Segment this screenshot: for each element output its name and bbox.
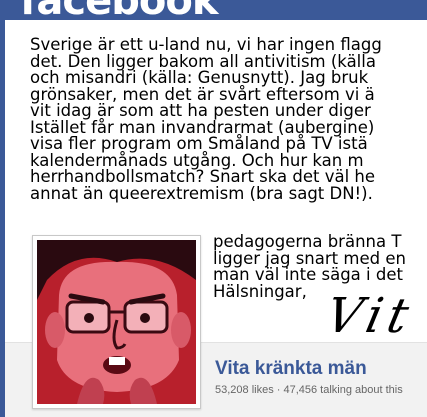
page-title[interactable]: Vita kränkta män (215, 358, 367, 380)
profile-picture[interactable] (32, 235, 201, 409)
avatar-cartoon-icon (37, 240, 196, 404)
post-text: Sverige är ett u-land nu, vi har ingen f… (30, 36, 427, 203)
handwritten-signature: Vit k (321, 288, 427, 344)
page-content: Sverige är ett u-land nu, vi har ingen f… (5, 20, 427, 417)
facebook-logo[interactable]: facebook (20, 0, 218, 20)
page-stats: 53,208 likes · 47,456 talking about this (215, 384, 403, 396)
post-line: annat än queerextremism (bra sagt DN!). (30, 183, 373, 203)
facebook-header: facebook (0, 0, 427, 20)
